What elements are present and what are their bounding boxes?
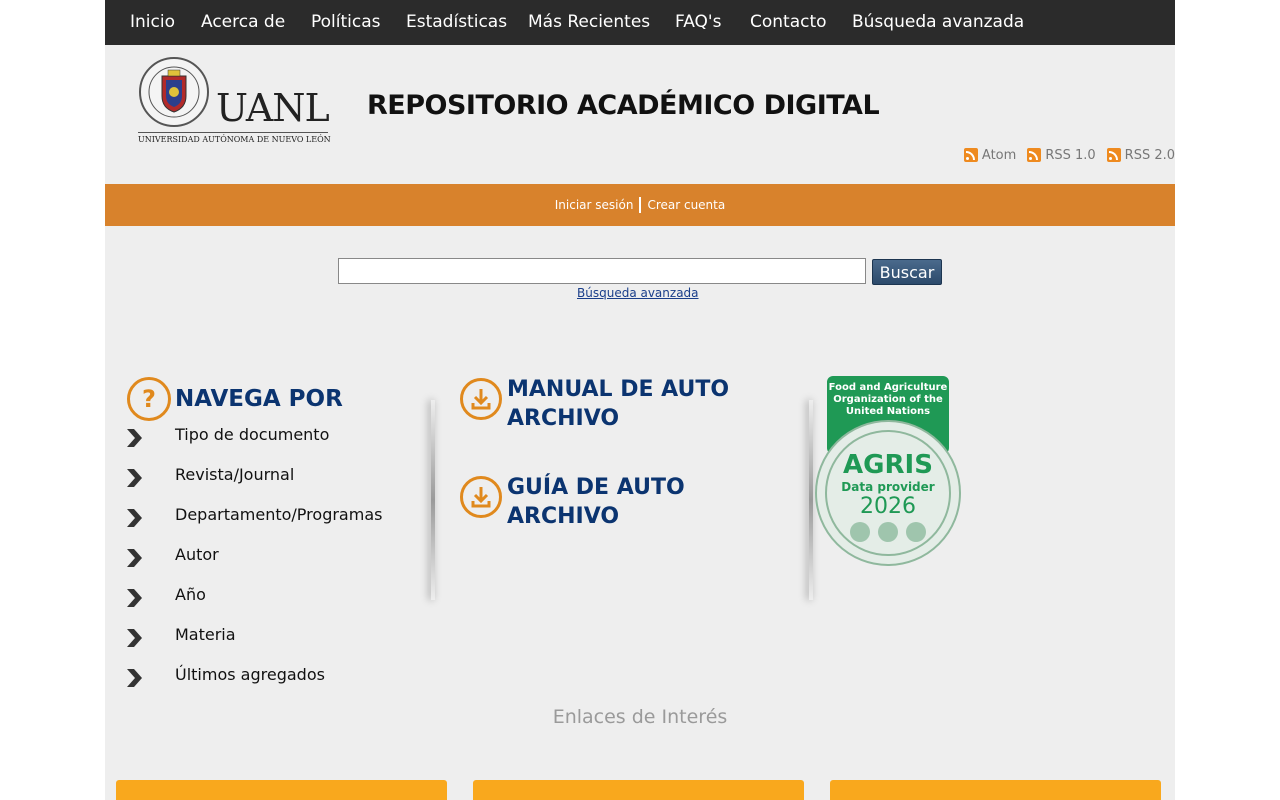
browse-item-label: Autor [175, 545, 219, 564]
agris-badge[interactable]: Food and Agriculture Organization of the… [815, 374, 965, 570]
link-card[interactable] [116, 780, 447, 800]
link-card[interactable] [830, 780, 1161, 800]
chevron-right-icon [127, 549, 142, 567]
resource-title: GUÍA DE AUTO ARCHIVO [507, 475, 685, 529]
nav-inicio[interactable]: Inicio [130, 12, 175, 32]
chevron-right-icon [127, 469, 142, 487]
browse-item-label: Últimos agregados [175, 665, 325, 684]
nav-busqueda-avanzada[interactable]: Búsqueda avanzada [852, 12, 1024, 32]
feed-atom[interactable]: Atom [963, 146, 1017, 164]
auth-bar: Iniciar sesión Crear cuenta [105, 184, 1175, 226]
browse-item-label: Tipo de documento [175, 425, 330, 444]
browse-title: NAVEGA POR [175, 386, 343, 412]
leaf-icon [878, 522, 898, 542]
page: Inicio Acerca de Políticas Estadísticas … [105, 0, 1175, 800]
agris-icons [850, 522, 930, 546]
download-icon [460, 476, 502, 518]
browse-item-label: Materia [175, 625, 236, 644]
feed-rss1[interactable]: RSS 1.0 [1027, 146, 1096, 164]
chevron-right-icon [127, 629, 142, 647]
nav-contacto[interactable]: Contacto [750, 12, 827, 32]
feed-rss2-label: RSS 2.0 [1124, 147, 1175, 163]
advanced-search-link[interactable]: Búsqueda avanzada [577, 286, 699, 300]
feed-links: Atom RSS 1.0 RSS 2.0 [953, 146, 1175, 164]
chevron-right-icon [127, 509, 142, 527]
agris-name: AGRIS [843, 450, 933, 480]
auth-separator [639, 197, 642, 213]
chevron-right-icon [127, 589, 142, 607]
nav-politicas[interactable]: Políticas [311, 12, 381, 32]
feed-atom-label: Atom [981, 147, 1017, 163]
column-divider [431, 400, 435, 600]
nav-mas-recientes[interactable]: Más Recientes [528, 12, 650, 32]
browse-item-label: Año [175, 585, 206, 604]
browse-item-label: Revista/Journal [175, 465, 295, 484]
fish-icon [906, 522, 926, 542]
chevron-right-icon [127, 669, 142, 687]
agris-subtitle: Data provider [841, 480, 935, 494]
rss-icon [1106, 148, 1121, 162]
agris-seal: AGRIS Data provider 2026 [815, 420, 961, 566]
logo-name: UANL [216, 86, 330, 130]
feed-rss2[interactable]: RSS 2.0 [1106, 146, 1175, 164]
agris-year: 2026 [860, 494, 916, 519]
fao-text: Food and Agriculture Organization of the… [828, 382, 948, 417]
feed-rss1-label: RSS 1.0 [1045, 147, 1096, 163]
resource-title: MANUAL DE AUTO ARCHIVO [507, 377, 730, 431]
browse-item-label: Departamento/Programas [175, 505, 383, 524]
uanl-logo[interactable]: UANL UNIVERSIDAD AUTÓNOMA DE NUEVO LEÓN [138, 56, 331, 146]
logo-subtitle: UNIVERSIDAD AUTÓNOMA DE NUEVO LEÓN [138, 135, 331, 144]
download-icon [460, 378, 502, 420]
search-button[interactable]: Buscar [872, 259, 942, 285]
university-seal-icon [139, 57, 209, 127]
top-navigation: Inicio Acerca de Políticas Estadísticas … [105, 0, 1175, 45]
rss-icon [963, 148, 978, 162]
nav-acerca-de[interactable]: Acerca de [201, 12, 285, 32]
chevron-right-icon [127, 429, 142, 447]
nav-faqs[interactable]: FAQ's [675, 12, 721, 32]
column-divider [809, 400, 813, 600]
nav-estadisticas[interactable]: Estadísticas [406, 12, 507, 32]
register-link[interactable]: Crear cuenta [647, 198, 725, 212]
login-link[interactable]: Iniciar sesión [555, 198, 634, 212]
links-section-title: Enlaces de Interés [552, 706, 728, 728]
fruit-icon [850, 522, 870, 542]
link-card[interactable] [473, 780, 804, 800]
site-title: REPOSITORIO ACADÉMICO DIGITAL [367, 90, 880, 121]
search-input[interactable] [338, 258, 866, 284]
rss-icon [1027, 148, 1042, 162]
question-icon: ? [127, 377, 171, 421]
logo-divider [138, 132, 328, 133]
